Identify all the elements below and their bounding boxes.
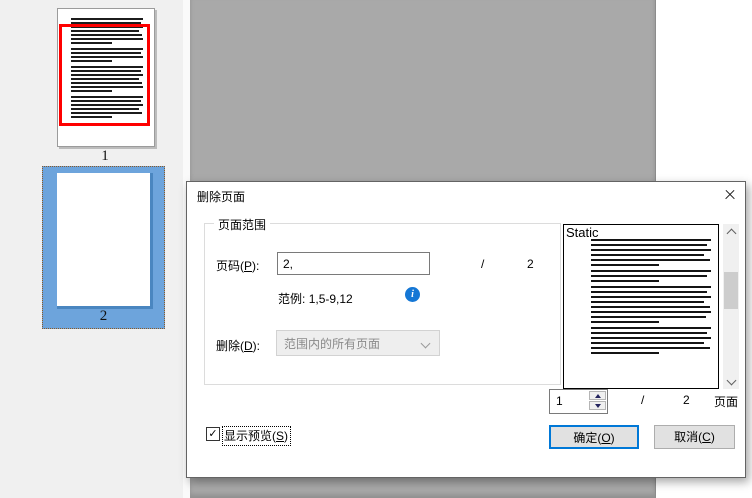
delete-pages-dialog: 删除页面 页面范围 页码(P): / 2 范例: 1,5-9,12 i 删除(D… — [186, 181, 746, 478]
page-1-label: 1 — [101, 148, 109, 164]
page-number-label: 页码(P): — [216, 259, 260, 273]
preview-total-pages: 2 — [683, 393, 690, 407]
spinner-value: 1 — [556, 394, 563, 408]
info-icon[interactable]: i — [405, 287, 420, 302]
page-1-highlight-rectangle — [59, 24, 150, 126]
preview-text-content — [591, 239, 711, 384]
page-thumbnails-panel: 1 2 — [0, 0, 190, 498]
chevron-down-icon — [420, 338, 431, 349]
scrollbar-thumb[interactable] — [724, 272, 738, 309]
delete-mode-value: 范围内的所有页面 — [284, 337, 381, 351]
spinner-up-icon[interactable] — [589, 391, 606, 400]
cancel-button[interactable]: 取消(C) — [654, 425, 735, 449]
scroll-down-icon[interactable] — [723, 373, 739, 389]
page-1-thumbnail[interactable] — [57, 8, 155, 147]
page-2-thumbnail-selected[interactable]: 2 — [42, 166, 165, 329]
total-pages: 2 — [527, 257, 534, 271]
close-icon[interactable] — [722, 187, 738, 203]
delete-mode-label: 删除(D): — [216, 339, 261, 353]
preview-static-text: Static — [566, 225, 599, 240]
spinner-buttons — [589, 391, 606, 410]
preview-page: Static — [563, 224, 719, 389]
page-2-label: 2 — [99, 308, 108, 324]
preview-scrollbar[interactable] — [723, 224, 739, 389]
preview-page-spinner[interactable]: 1 — [549, 389, 608, 414]
spinner-down-icon[interactable] — [589, 401, 606, 410]
preview-page-separator: / — [641, 393, 645, 407]
preview-page-unit-label: 页面 — [714, 395, 739, 409]
app-window: 1 2 删除页面 页面范围 页码(P): / 2 范例: 1,5-9,12 i … — [0, 0, 752, 498]
dialog-title: 删除页面 — [197, 190, 246, 204]
example-text: 范例: 1,5-9,12 — [278, 292, 353, 306]
delete-mode-dropdown: 范围内的所有页面 — [276, 330, 440, 356]
page-range-title: 页面范围 — [214, 216, 271, 233]
scroll-up-icon[interactable] — [723, 224, 739, 240]
page-range-input[interactable] — [277, 252, 430, 275]
ok-button[interactable]: 确定(O) — [549, 425, 639, 449]
page-range-groupbox: 页面范围 页码(P): / 2 范例: 1,5-9,12 i 删除(D): 范围… — [204, 216, 561, 385]
page-2-blank-page — [57, 173, 153, 309]
show-preview-label: 显示预览(S) — [221, 426, 292, 446]
page-separator: / — [481, 257, 485, 271]
show-preview-checkbox[interactable]: ✓ — [206, 427, 220, 441]
